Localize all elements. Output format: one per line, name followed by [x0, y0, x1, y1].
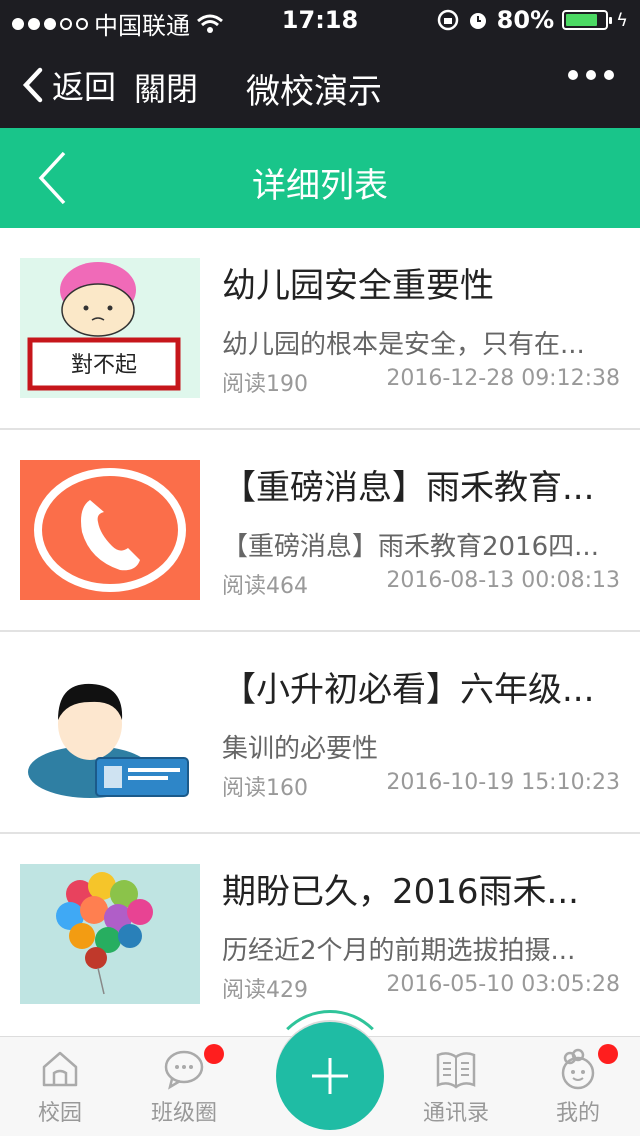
- article-title: 【重磅消息】雨禾教育...: [222, 468, 595, 508]
- publish-date: 2016-08-13 00:08:13: [386, 568, 620, 593]
- tab-mine[interactable]: 我的: [518, 1047, 638, 1127]
- publish-date: 2016-12-28 09:12:38: [386, 366, 620, 391]
- article-thumbnail: [20, 662, 200, 802]
- more-menu-icon[interactable]: [568, 70, 614, 80]
- chat-bubble-icon: [164, 1050, 204, 1090]
- article-thumbnail: 對不起: [20, 258, 200, 398]
- class-circle-badge: [204, 1044, 224, 1064]
- article-summary: 历经近2个月的前期选拔拍摄...: [222, 936, 576, 966]
- article-summary: 幼儿园的根本是安全，只有在...: [222, 330, 585, 360]
- back-button[interactable]: 返回: [22, 62, 116, 108]
- article-summary: 集训的必要性: [222, 734, 379, 764]
- chevron-left-icon: [22, 67, 43, 103]
- list-item[interactable]: 期盼已久，2016雨禾... 历经近2个月的前期选拔拍摄... 阅读429 20…: [0, 834, 640, 1036]
- battery-icon: [562, 10, 613, 30]
- page-title: 微校演示: [246, 72, 382, 112]
- article-title: 幼儿园安全重要性: [222, 266, 494, 306]
- tab-label: 班级圈: [150, 1101, 217, 1126]
- read-count: 阅读160: [222, 776, 308, 801]
- close-button[interactable]: 關閉: [134, 64, 198, 110]
- tab-label: 校园: [37, 1101, 82, 1126]
- top-bar: 中国联通 17:18 80% ϟ 返回 關閉 微校演示: [0, 0, 640, 128]
- read-count: 阅读464: [222, 574, 308, 599]
- read-count: 阅读190: [222, 372, 308, 397]
- plus-icon: [312, 1058, 348, 1094]
- phone-icon: [81, 500, 140, 571]
- book-icon: [436, 1052, 476, 1089]
- article-list: 對不起 幼儿园安全重要性 幼儿园的根本是安全，只有在... 阅读190 2016…: [0, 228, 640, 1036]
- article-thumbnail: [20, 864, 200, 1004]
- back-label: 返回: [52, 68, 117, 106]
- rotation-lock-icon: [437, 9, 458, 31]
- tab-campus[interactable]: 校园: [0, 1047, 120, 1127]
- list-item[interactable]: 【小升初必看】六年级... 集训的必要性 阅读160 2016-10-19 15…: [0, 632, 640, 834]
- tab-label: 我的: [555, 1101, 600, 1126]
- list-header: 详细列表: [0, 128, 640, 228]
- tab-label: 通讯录: [422, 1101, 489, 1126]
- battery-percent: 80%: [496, 6, 555, 34]
- article-title: 【小升初必看】六年级...: [222, 670, 595, 710]
- mine-badge: [598, 1044, 618, 1064]
- article-thumbnail: [20, 460, 200, 600]
- read-count: 阅读429: [222, 978, 308, 1003]
- wechat-nav: 返回 關閉 微校演示: [0, 40, 640, 128]
- thumb-caption: 對不起: [71, 353, 137, 378]
- add-button[interactable]: [276, 1022, 384, 1130]
- article-summary: 【重磅消息】雨禾教育2016四...: [222, 532, 599, 562]
- alarm-icon: [469, 13, 486, 29]
- header-title: 详细列表: [252, 166, 388, 206]
- list-item[interactable]: 【重磅消息】雨禾教育... 【重磅消息】雨禾教育2016四... 阅读464 2…: [0, 430, 640, 632]
- list-item[interactable]: 對不起 幼儿园安全重要性 幼儿园的根本是安全，只有在... 阅读190 2016…: [0, 228, 640, 430]
- status-bar: 中国联通 17:18 80% ϟ: [0, 0, 640, 40]
- tab-class-circle[interactable]: 班级圈: [124, 1047, 244, 1127]
- profile-face-icon: [561, 1048, 595, 1090]
- home-icon: [42, 1051, 78, 1087]
- tab-contacts[interactable]: 通讯录: [396, 1047, 516, 1127]
- article-title: 期盼已久，2016雨禾...: [222, 872, 579, 912]
- publish-date: 2016-05-10 03:05:28: [386, 972, 620, 997]
- publish-date: 2016-10-19 15:10:23: [386, 770, 620, 795]
- charging-icon: ϟ: [616, 9, 628, 31]
